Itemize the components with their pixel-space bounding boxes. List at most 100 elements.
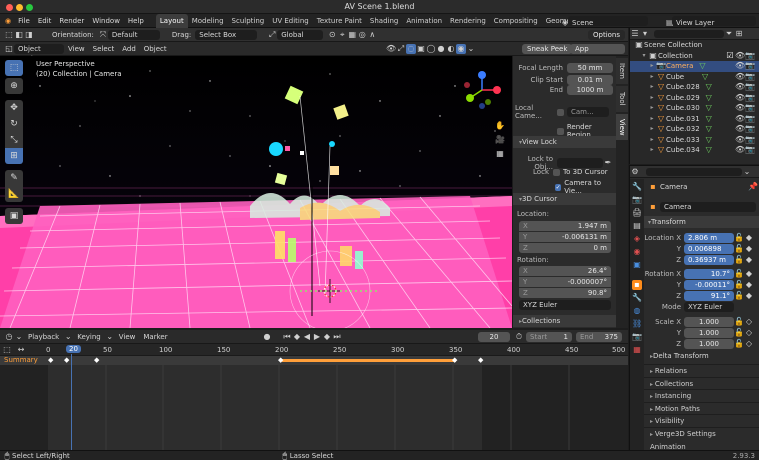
clip-start-field[interactable]: 0.01 m	[567, 75, 613, 85]
cube-031-render-icon[interactable]: 📷	[745, 114, 755, 124]
collection-checkbox-icon[interactable]: ☑	[725, 51, 735, 61]
rotation-y-field[interactable]: -0.00011°	[684, 279, 734, 290]
view-lock-section[interactable]: ▾View Lock	[513, 136, 617, 148]
editor-type-icon[interactable]: ◱	[4, 44, 14, 54]
tab-shading[interactable]: Shading	[366, 14, 402, 28]
menu-object[interactable]: Object	[140, 42, 171, 56]
sneak-peek-button[interactable]: Sneak Peek	[522, 44, 573, 54]
texture-tab-icon[interactable]: ▦	[632, 345, 642, 355]
pin-icon[interactable]: 📌	[748, 182, 758, 192]
outliner-item-cube-028[interactable]: ▸ ▽ Cube.028 ▽ 👁 📷	[630, 82, 759, 93]
playhead-line[interactable]	[71, 354, 72, 450]
timeline-area[interactable]: ⬚ ↔ 0 20 50 100 150 200 250 300 350 400 …	[0, 344, 628, 450]
view-layer-selector[interactable]: ▤ View Layer	[662, 15, 756, 27]
options-dropdown[interactable]: Options	[588, 30, 626, 40]
cube-032-render-icon[interactable]: 📷	[745, 124, 755, 134]
play-reverse-icon[interactable]: ◀	[302, 332, 312, 342]
scale-y-lock-icon[interactable]: 🔓	[734, 328, 744, 338]
cube-030-expand-icon[interactable]: ▸	[648, 103, 656, 114]
menu-view[interactable]: View	[64, 42, 89, 56]
properties-search-input[interactable]	[646, 167, 742, 176]
menu-edit[interactable]: Edit	[34, 14, 56, 28]
visibility-panel-header[interactable]: Visibility	[644, 414, 759, 427]
cube-expand-icon[interactable]: ▸	[648, 72, 656, 83]
camera-render-icon[interactable]: 📷	[745, 61, 755, 71]
mode-icon-1[interactable]: ◧	[14, 30, 24, 40]
collection-tab-icon[interactable]: ▣	[632, 260, 642, 270]
scene-name-field[interactable]: Scene	[568, 15, 648, 27]
rendered-shading-icon[interactable]: ◉	[456, 43, 466, 54]
scale-y-keyframe-icon[interactable]: ◇	[744, 328, 754, 338]
end-frame-field[interactable]: End 375	[576, 332, 622, 342]
outliner-item-cube-031[interactable]: ▸ ▽ Cube.031 ▽ 👁 📷	[630, 114, 759, 125]
rotation-mode-dropdown[interactable]: XYZ Euler	[684, 302, 734, 312]
preview-range-icon[interactable]: ⏱	[514, 332, 524, 342]
outliner-item-cube-034[interactable]: ▸ ▽ Cube.034 ▽ 👁 📷	[630, 145, 759, 156]
properties-editor-icon[interactable]: ⚙	[630, 167, 640, 177]
outliner-scene-collection[interactable]: ▣ Scene Collection	[630, 40, 759, 51]
falloff-icon[interactable]: ∧	[367, 30, 377, 40]
move-tool[interactable]: ✥	[5, 100, 23, 116]
collections-panel-header[interactable]: Collections	[644, 376, 759, 390]
scale-x-keyframe-icon[interactable]: ◇	[744, 317, 754, 327]
rotation-z-keyframe-icon[interactable]: ◆	[744, 291, 754, 301]
cube-028-expand-icon[interactable]: ▸	[648, 82, 656, 93]
menu-window[interactable]: Window	[88, 14, 124, 28]
outliner-collection-row[interactable]: ▾ ▣ Collection ☑ 👁 📷	[630, 51, 759, 62]
snap-icon[interactable]: ⌖	[337, 30, 347, 40]
start-frame-field[interactable]: Start 1	[526, 332, 572, 342]
rotation-x-field[interactable]: 10.7°	[684, 268, 734, 279]
pan-hand-icon[interactable]: ✋	[494, 121, 506, 135]
collection-expand-icon[interactable]: ▾	[640, 51, 648, 62]
tab-sculpting[interactable]: Sculpting	[228, 14, 269, 28]
timeline-editor-icon[interactable]: ◷	[4, 332, 14, 342]
properties-options-icon[interactable]: ⌄	[742, 167, 752, 177]
scene-selector[interactable]: ◈ Scene	[558, 15, 648, 27]
collections-section[interactable]: ▸Collections	[513, 315, 617, 327]
mode-icon-2[interactable]: ◨	[24, 30, 34, 40]
camera-eye-icon[interactable]: 👁	[735, 61, 745, 71]
cube-render-icon[interactable]: 📷	[745, 72, 755, 82]
constraints-tab-icon[interactable]: ⛓	[632, 319, 642, 329]
cursor-rot-y-field[interactable]: Y -0.000007°	[519, 277, 611, 287]
lock-to-object-field[interactable]	[557, 158, 603, 168]
rotation-x-keyframe-icon[interactable]: ◆	[744, 269, 754, 279]
timeline-summary-toggle-icon[interactable]: ⬚	[2, 345, 12, 355]
select-box-tool[interactable]: ⬚	[5, 60, 23, 76]
location-x-keyframe-icon[interactable]: ◆	[744, 233, 754, 243]
timeline-range-icon[interactable]: ↔	[16, 345, 26, 355]
menu-timeline-view[interactable]: View	[115, 330, 140, 344]
gizmo-toggle-icon[interactable]: ⤢	[396, 44, 406, 54]
outliner-search-input[interactable]	[654, 29, 724, 38]
navigation-gizmo[interactable]	[462, 70, 502, 110]
location-y-lock-icon[interactable]: 🔓	[734, 244, 744, 254]
scale-tool[interactable]: ⤡	[5, 132, 23, 148]
object-tab-icon[interactable]: ▪	[632, 280, 642, 290]
cursor-rot-z-field[interactable]: Z 90.8°	[519, 288, 611, 298]
outliner-display-mode-icon[interactable]: ▾	[640, 29, 650, 39]
auto-keying-icon[interactable]: ●	[262, 332, 272, 342]
menu-help[interactable]: Help	[124, 14, 148, 28]
scale-z-lock-icon[interactable]: 🔓	[734, 339, 744, 349]
tab-uv-editing[interactable]: UV Editing	[268, 14, 313, 28]
tab-animation[interactable]: Animation	[402, 14, 446, 28]
cube-029-eye-icon[interactable]: 👁	[735, 93, 745, 103]
play-icon[interactable]: ▶	[312, 332, 322, 342]
cursor-rotation-mode-dropdown[interactable]: XYZ Euler	[519, 300, 611, 310]
object-name-field[interactable]: Camera	[660, 202, 756, 212]
wireframe-shading-icon[interactable]: ◯	[426, 44, 436, 54]
tab-layout[interactable]: Layout	[155, 14, 188, 28]
cube-031-expand-icon[interactable]: ▸	[648, 114, 656, 125]
rotation-z-lock-icon[interactable]: 🔓	[734, 291, 744, 301]
jump-start-icon[interactable]: ⏮	[282, 332, 292, 342]
tab-texture-paint[interactable]: Texture Paint	[313, 14, 366, 28]
app-manager-button[interactable]: App Manager	[570, 44, 625, 63]
output-tab-icon[interactable]: 🖨	[632, 208, 642, 218]
delta-transform-subpanel[interactable]: ▸Delta Transform	[650, 352, 709, 360]
jump-end-icon[interactable]: ⏭	[332, 332, 342, 342]
scale-x-field[interactable]: 1.000	[684, 316, 734, 327]
menu-add[interactable]: Add	[118, 42, 140, 56]
proportional-edit-icon[interactable]: ◎	[357, 30, 367, 40]
rotate-tool[interactable]: ↻	[5, 116, 23, 132]
menu-render[interactable]: Render	[55, 14, 88, 28]
